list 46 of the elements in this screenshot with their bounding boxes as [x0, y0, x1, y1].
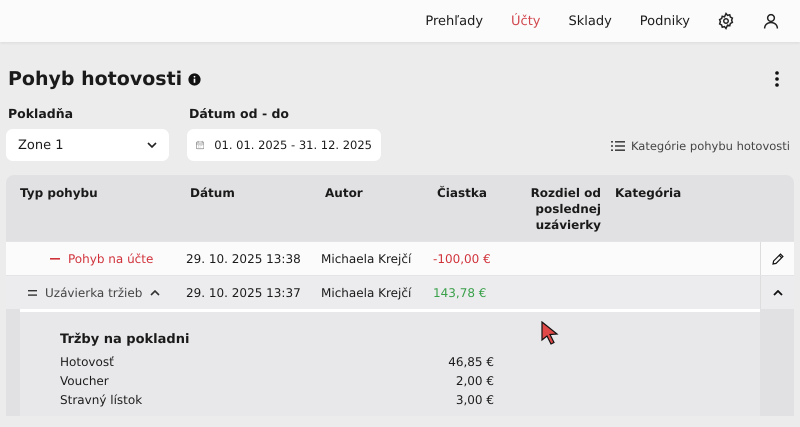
- categories-link[interactable]: Kategórie pohybu hotovosti: [610, 139, 790, 153]
- nav-link[interactable]: Sklady: [568, 14, 612, 28]
- detail-value: 46,85 €: [448, 355, 494, 371]
- calendar-icon: [196, 139, 204, 151]
- column-header: Autor: [324, 185, 364, 202]
- date-range-field[interactable]: 01. 01. 2025 - 31. 12. 2025: [187, 129, 381, 161]
- movement-type: Pohyb na účte: [68, 252, 154, 266]
- field-label: Dátum od - do: [189, 106, 290, 121]
- amount-cell-text: -100,00 €: [432, 252, 492, 266]
- list-icon: [610, 141, 625, 151]
- detail-value: 3,00 €: [456, 393, 494, 409]
- nav-link[interactable]: Podniky: [640, 14, 690, 28]
- cursor-icon: [541, 321, 559, 345]
- detail-title: Tržby na pokladni: [60, 332, 190, 347]
- more-icon[interactable]: [775, 71, 779, 87]
- page-title: Pohyb hotovosti: [8, 68, 182, 90]
- equals-icon: [28, 290, 37, 296]
- column-header: Dátum: [189, 185, 236, 202]
- detail-value: 2,00 €: [456, 374, 494, 390]
- table-cell-text: 29. 10. 2025 13:37: [185, 286, 302, 300]
- field-label: Pokladňa: [8, 106, 74, 121]
- edit-icon[interactable]: [772, 252, 784, 264]
- detail-label: Stravný lístok: [60, 393, 142, 409]
- table-cell-text: 29. 10. 2025 13:38: [185, 252, 302, 266]
- table-row[interactable]: Uzávierka tržieb 29. 10. 2025 13:37 Michaela Krejčí 143,78 €: [6, 275, 794, 309]
- chevron-up-icon[interactable]: [772, 290, 782, 296]
- amount-cell-text: 143,78 €: [432, 286, 488, 300]
- nav-link[interactable]: Účty: [511, 14, 540, 28]
- column-header: Čiastka: [436, 185, 488, 202]
- detail-label: Hotovosť: [60, 355, 114, 371]
- column-header: Typ pohybu: [19, 185, 99, 202]
- chevron-down-icon: [147, 142, 157, 148]
- detail-label: Voucher: [60, 374, 109, 390]
- column-header: Kategória: [614, 185, 682, 202]
- user-icon[interactable]: [762, 12, 780, 30]
- table-cell-text: Michaela Krejčí: [320, 286, 412, 300]
- table-cell-text: Michaela Krejčí: [320, 252, 412, 266]
- movement-type: Uzávierka tržieb: [45, 286, 142, 300]
- chevron-up-icon[interactable]: [150, 290, 160, 296]
- column-header: Rozdiel od poslednej uzávierky: [530, 185, 601, 233]
- info-icon[interactable]: [188, 72, 202, 86]
- table-row[interactable]: Pohyb na účte 29. 10. 2025 13:38 Michaela Krejčí -100,00 €: [6, 241, 794, 275]
- nav-link[interactable]: Prehľady: [425, 14, 484, 28]
- minus-icon: [50, 258, 60, 260]
- register-select[interactable]: Zone 1: [6, 129, 169, 161]
- settings-icon[interactable]: [717, 12, 735, 30]
